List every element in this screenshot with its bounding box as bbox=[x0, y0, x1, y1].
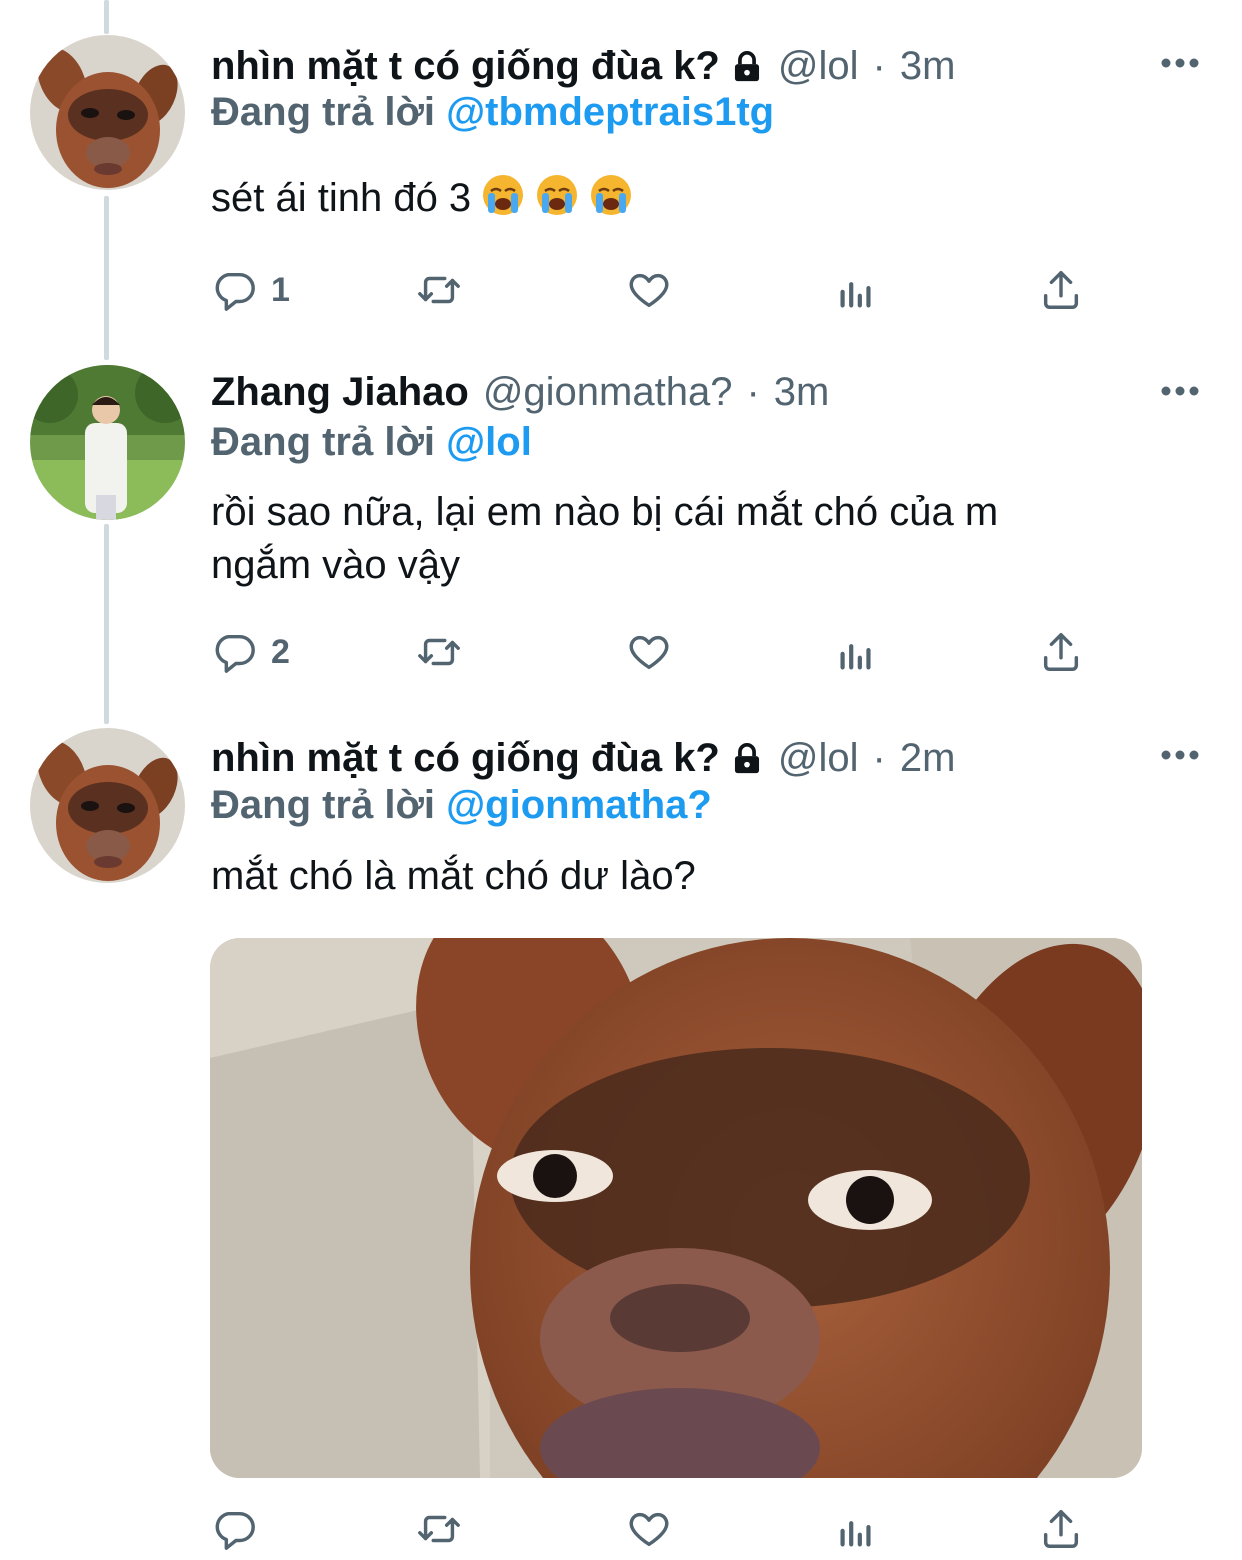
reply-icon bbox=[215, 272, 255, 311]
display-name[interactable]: nhìn mặt t có giống đùa k? bbox=[211, 44, 720, 89]
heart-icon bbox=[629, 273, 669, 308]
share-button[interactable] bbox=[1038, 1504, 1084, 1554]
replying-to: Đang trả lời @tbmdeptrais1tg bbox=[211, 90, 774, 135]
lock-icon bbox=[730, 49, 764, 83]
like-button[interactable] bbox=[626, 1504, 672, 1554]
replying-to: Đang trả lời @lol bbox=[211, 420, 532, 465]
reply-icon bbox=[215, 1511, 255, 1550]
analytics-button[interactable] bbox=[833, 627, 879, 677]
tweet-header: Zhang Jiahao @gionmatha? · 3m bbox=[211, 362, 829, 422]
analytics-icon bbox=[840, 1521, 871, 1547]
handle[interactable]: @gionmatha? bbox=[483, 370, 733, 415]
timestamp[interactable]: 3m bbox=[774, 370, 830, 415]
tweet-media-image[interactable] bbox=[210, 938, 1142, 1478]
separator: · bbox=[746, 369, 760, 414]
avatar-dog[interactable] bbox=[30, 35, 185, 190]
loudly-crying-face-icon bbox=[535, 173, 579, 217]
lock-icon bbox=[730, 741, 764, 775]
action-bar: 1 bbox=[211, 265, 1111, 315]
like-button[interactable] bbox=[626, 627, 672, 677]
handle[interactable]: @lol bbox=[778, 736, 859, 781]
replying-prefix: Đang trả lời bbox=[211, 90, 436, 134]
retweet-icon bbox=[418, 276, 460, 304]
loudly-crying-face-icon bbox=[481, 173, 525, 217]
heart-icon bbox=[629, 1512, 669, 1547]
action-bar bbox=[211, 1504, 1111, 1554]
tweet-header: nhìn mặt t có giống đùa k? @lol · 2m bbox=[211, 728, 955, 788]
tweet-text-content: sét ái tinh đó 3 bbox=[211, 176, 472, 220]
retweet-button[interactable] bbox=[416, 1504, 462, 1554]
mention-link[interactable]: @lol bbox=[446, 420, 532, 464]
tweet-text-line-1: rồi sao nữa, lại em nào bị cái mắt chó c… bbox=[211, 490, 999, 534]
reply-button[interactable]: 2 bbox=[211, 627, 290, 677]
like-button[interactable] bbox=[626, 265, 672, 315]
tweet-text-line-2: ngắm vào vậy bbox=[211, 543, 461, 587]
tweet-1[interactable]: nhìn mặt t có giống đùa k? @lol · 3m Đan… bbox=[0, 0, 1242, 350]
retweet-icon bbox=[418, 638, 460, 666]
reply-button[interactable] bbox=[211, 1504, 257, 1554]
replying-prefix: Đang trả lời bbox=[211, 783, 436, 827]
display-name[interactable]: nhìn mặt t có giống đùa k? bbox=[211, 736, 720, 781]
avatar-dog[interactable] bbox=[30, 728, 185, 883]
share-icon bbox=[1043, 271, 1079, 309]
tweet-text: sét ái tinh đó 3 bbox=[211, 172, 1171, 225]
tweet-2[interactable]: Zhang Jiahao @gionmatha? · 3m Đang trả l… bbox=[0, 350, 1242, 720]
tweet-text-content: mắt chó là mắt chó dư lào? bbox=[211, 854, 696, 898]
share-button[interactable] bbox=[1038, 265, 1084, 315]
handle[interactable]: @lol bbox=[778, 44, 859, 89]
share-button[interactable] bbox=[1038, 627, 1084, 677]
loudly-crying-face-icon bbox=[589, 173, 633, 217]
analytics-icon bbox=[840, 282, 871, 308]
tweet-text: rồi sao nữa, lại em nào bị cái mắt chó c… bbox=[211, 486, 1171, 592]
action-bar: 2 bbox=[211, 627, 1111, 677]
share-icon bbox=[1043, 633, 1079, 671]
analytics-button[interactable] bbox=[833, 265, 879, 315]
reply-count: 1 bbox=[271, 270, 290, 309]
avatar-person[interactable] bbox=[30, 365, 185, 520]
reply-count: 2 bbox=[271, 632, 290, 671]
analytics-button[interactable] bbox=[833, 1504, 879, 1554]
analytics-icon bbox=[840, 644, 871, 670]
reply-icon bbox=[215, 634, 255, 673]
separator: · bbox=[872, 735, 886, 780]
mention-link[interactable]: @tbmdeptrais1tg bbox=[446, 90, 774, 134]
display-name[interactable]: Zhang Jiahao bbox=[211, 370, 469, 415]
replying-to: Đang trả lời @gionmatha? bbox=[211, 783, 712, 828]
share-icon bbox=[1043, 1510, 1079, 1548]
retweet-button[interactable] bbox=[416, 627, 462, 677]
more-icon[interactable] bbox=[1160, 54, 1200, 74]
replying-prefix: Đang trả lời bbox=[211, 420, 436, 464]
timestamp[interactable]: 3m bbox=[900, 44, 956, 89]
timestamp[interactable]: 2m bbox=[900, 736, 956, 781]
reply-button[interactable]: 1 bbox=[211, 265, 290, 315]
heart-icon bbox=[629, 635, 669, 670]
more-icon[interactable] bbox=[1160, 746, 1200, 766]
mention-link[interactable]: @gionmatha? bbox=[446, 783, 712, 827]
more-icon[interactable] bbox=[1160, 382, 1200, 402]
retweet-icon bbox=[418, 1515, 460, 1543]
tweet-header: nhìn mặt t có giống đùa k? @lol · 3m bbox=[211, 36, 955, 96]
separator: · bbox=[872, 43, 886, 88]
retweet-button[interactable] bbox=[416, 265, 462, 315]
tweet-text: mắt chó là mắt chó dư lào? bbox=[211, 850, 1171, 903]
